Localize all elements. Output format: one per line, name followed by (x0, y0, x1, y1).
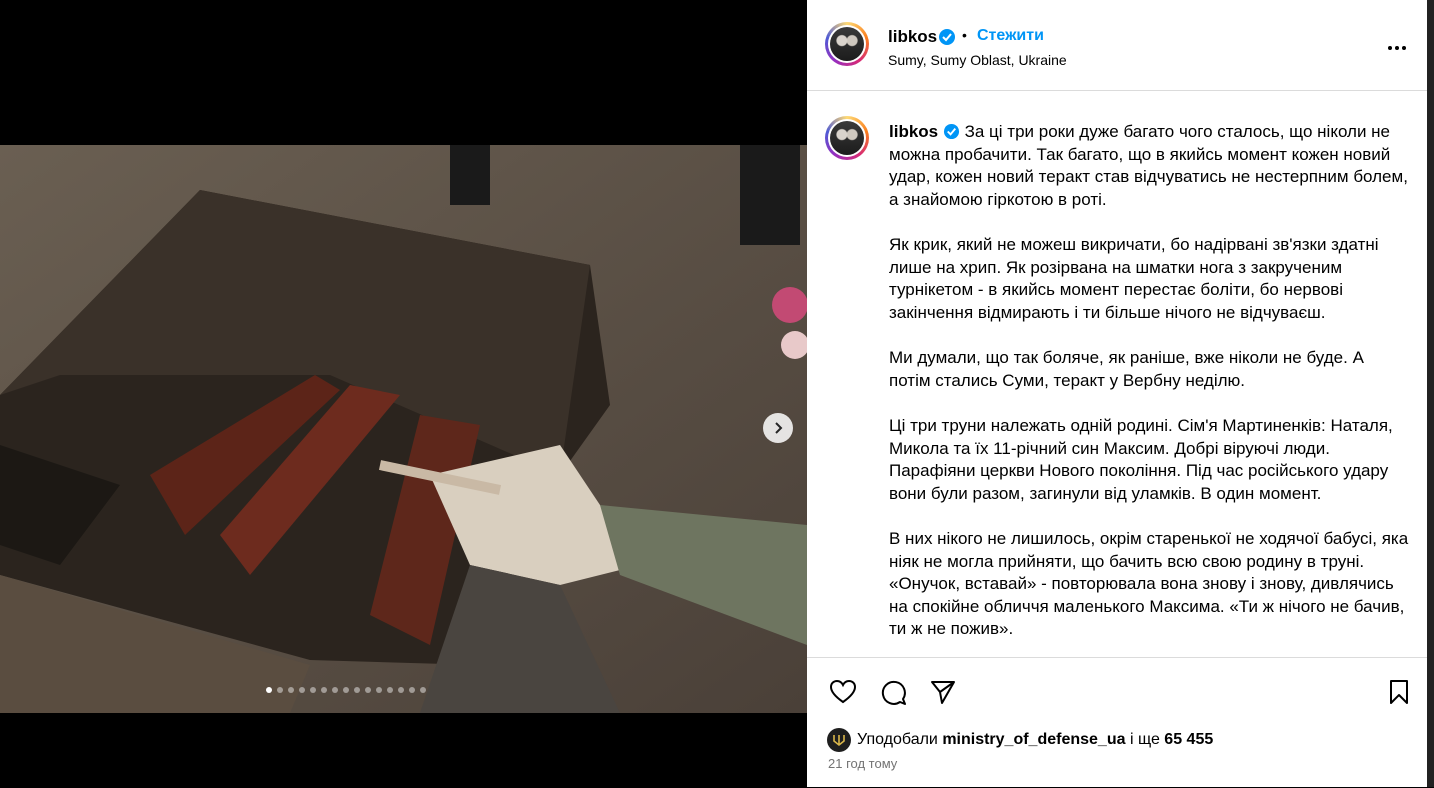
carousel-dot (398, 687, 404, 693)
caption-username[interactable]: libkos (889, 122, 938, 141)
carousel-dot (420, 687, 426, 693)
caption-paragraph: Ці три труни належать одній родині. Сім'… (889, 416, 1393, 503)
likes-prefix: Уподобали (857, 731, 938, 748)
likes-summary: Уподобали ministry_of_defense_ua і ще 65… (827, 728, 1213, 752)
carousel-dot (299, 687, 305, 693)
caption-paragraph: В них нікого не лишилось, окрім стареньк… (889, 529, 1409, 638)
post-photo (0, 145, 807, 713)
verified-icon (939, 29, 955, 45)
separator-bullet: • (962, 27, 967, 43)
bookmark-icon[interactable] (1385, 678, 1413, 706)
carousel-dot (365, 687, 371, 693)
carousel-dot (387, 687, 393, 693)
carousel-dot (310, 687, 316, 693)
carousel-dot (376, 687, 382, 693)
carousel-dot (343, 687, 349, 693)
likes-middle: і ще (1129, 731, 1160, 748)
share-icon[interactable] (929, 678, 957, 706)
carousel-dot (409, 687, 415, 693)
scrollbar[interactable] (1427, 0, 1434, 787)
carousel-dot (288, 687, 294, 693)
post-media (0, 0, 807, 787)
chevron-right-icon (775, 422, 783, 434)
carousel-dot (321, 687, 327, 693)
comment-icon[interactable] (879, 678, 907, 706)
post-panel: libkos • Стежити Sumy, Sumy Oblast, Ukra… (807, 0, 1427, 787)
post-location[interactable]: Sumy, Sumy Oblast, Ukraine (888, 52, 1067, 68)
avatar[interactable] (825, 22, 869, 66)
caption-avatar[interactable] (825, 116, 869, 160)
trident-icon (833, 735, 845, 747)
caption-paragraph: Ми думали, що так боляче, як раніше, вже… (889, 348, 1364, 390)
post-caption: libkos За ці три роки дуже багато чого с… (889, 121, 1409, 664)
carousel-indicator (266, 687, 426, 693)
carousel-dot (277, 687, 283, 693)
carousel-next-button[interactable] (763, 413, 793, 443)
follow-button[interactable]: Стежити (977, 27, 1044, 45)
heart-icon[interactable] (829, 678, 857, 706)
carousel-dot (332, 687, 338, 693)
caption-paragraph: Як крик, який не можеш викричати, бо над… (889, 235, 1379, 322)
more-icon[interactable] (1385, 36, 1409, 60)
post-timestamp[interactable]: 21 год тому (828, 756, 897, 771)
verified-icon (943, 123, 959, 140)
likes-count[interactable]: 65 455 (1164, 731, 1213, 749)
caption-paragraph: libkos За ці три роки дуже багато чого с… (889, 121, 1409, 211)
action-bar: Уподобали ministry_of_defense_ua і ще 65… (807, 657, 1427, 788)
post-header: libkos • Стежити Sumy, Sumy Oblast, Ukra… (807, 0, 1427, 91)
author-username[interactable]: libkos (888, 27, 937, 47)
carousel-dot (354, 687, 360, 693)
caption-text: За ці три роки дуже багато чого сталось,… (889, 122, 1408, 209)
carousel-dot (266, 687, 272, 693)
liker-avatar[interactable] (827, 728, 851, 752)
liker-username[interactable]: ministry_of_defense_ua (942, 731, 1125, 749)
